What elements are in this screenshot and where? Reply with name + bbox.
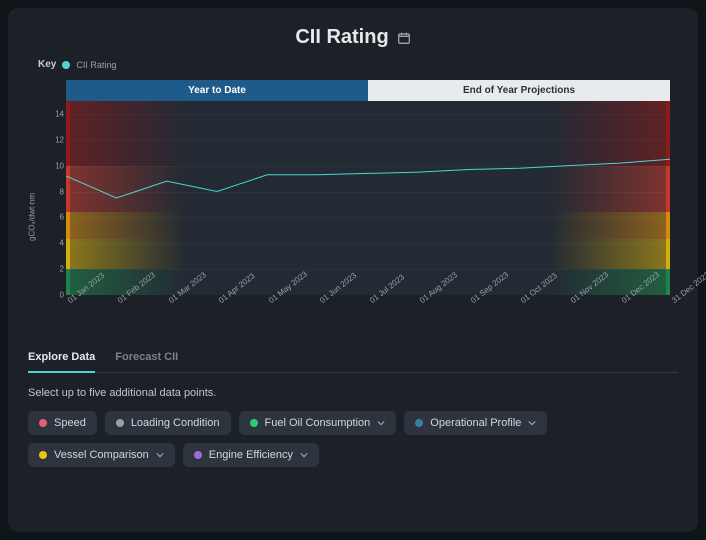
y-tick: 4 bbox=[60, 239, 64, 248]
y-tick: 12 bbox=[55, 135, 64, 144]
y-tick: 14 bbox=[55, 109, 64, 118]
chip-dot bbox=[194, 451, 202, 459]
y-ticks: 02468101214 bbox=[46, 101, 66, 295]
data-tabs: Explore Data Forecast CII bbox=[28, 343, 678, 373]
chart: gCO₂/dwt·nm 02468101214 EDCBA 01 Jan 202… bbox=[46, 101, 670, 333]
data-point-chips: Speed Loading Condition Fuel Oil Consumpti… bbox=[28, 411, 678, 467]
chip-dot bbox=[415, 419, 423, 427]
tab-explore-data[interactable]: Explore Data bbox=[28, 343, 95, 373]
cii-card: CII Rating Key CII Rating Year to Date E… bbox=[8, 8, 698, 532]
chip-speed[interactable]: Speed bbox=[28, 411, 97, 435]
tab-forecast-cii[interactable]: Forecast CII bbox=[115, 343, 178, 373]
chip-fuel-oil-consumption[interactable]: Fuel Oil Consumption bbox=[239, 411, 397, 435]
chevron-down-icon bbox=[156, 451, 164, 459]
toggle-end-of-year[interactable]: End of Year Projections bbox=[368, 80, 670, 101]
chip-dot bbox=[116, 419, 124, 427]
chip-dot bbox=[250, 419, 258, 427]
x-ticks: 01 Jan 202301 Feb 202301 Mar 202301 Apr … bbox=[66, 295, 670, 333]
chevron-down-icon bbox=[528, 419, 536, 427]
line-series bbox=[66, 101, 670, 295]
page-title: CII Rating bbox=[295, 26, 388, 49]
y-tick: 8 bbox=[60, 187, 64, 196]
y-tick: 2 bbox=[60, 265, 64, 274]
y-tick: 6 bbox=[60, 213, 64, 222]
legend: Key CII Rating bbox=[38, 59, 678, 70]
chip-vessel-comparison[interactable]: Vessel Comparison bbox=[28, 443, 175, 467]
chevron-down-icon bbox=[300, 451, 308, 459]
y-tick: 10 bbox=[55, 161, 64, 170]
instruction-text: Select up to five additional data points… bbox=[28, 387, 678, 399]
x-tick: 31 Dec 2023 bbox=[670, 270, 706, 305]
chip-engine-efficiency[interactable]: Engine Efficiency bbox=[183, 443, 319, 467]
calendar-icon[interactable] bbox=[397, 31, 411, 45]
chevron-down-icon bbox=[377, 419, 385, 427]
chip-dot bbox=[39, 451, 47, 459]
title-row: CII Rating bbox=[28, 26, 678, 49]
chip-label: Vessel Comparison bbox=[54, 449, 149, 461]
toggle-year-to-date[interactable]: Year to Date bbox=[66, 80, 368, 101]
y-tick: 0 bbox=[60, 291, 64, 300]
legend-series-name: CII Rating bbox=[76, 60, 116, 70]
chip-label: Loading Condition bbox=[131, 417, 220, 429]
legend-dot bbox=[62, 61, 70, 69]
period-toggle: Year to Date End of Year Projections bbox=[66, 80, 670, 101]
chip-label: Fuel Oil Consumption bbox=[265, 417, 371, 429]
chip-label: Operational Profile bbox=[430, 417, 521, 429]
chip-loading-condition[interactable]: Loading Condition bbox=[105, 411, 231, 435]
y-axis-label: gCO₂/dwt·nm bbox=[28, 193, 37, 241]
chip-label: Engine Efficiency bbox=[209, 449, 293, 461]
plot-area: EDCBA bbox=[66, 101, 670, 295]
chip-dot bbox=[39, 419, 47, 427]
legend-label: Key bbox=[38, 59, 56, 70]
chip-operational-profile[interactable]: Operational Profile bbox=[404, 411, 547, 435]
chip-label: Speed bbox=[54, 417, 86, 429]
